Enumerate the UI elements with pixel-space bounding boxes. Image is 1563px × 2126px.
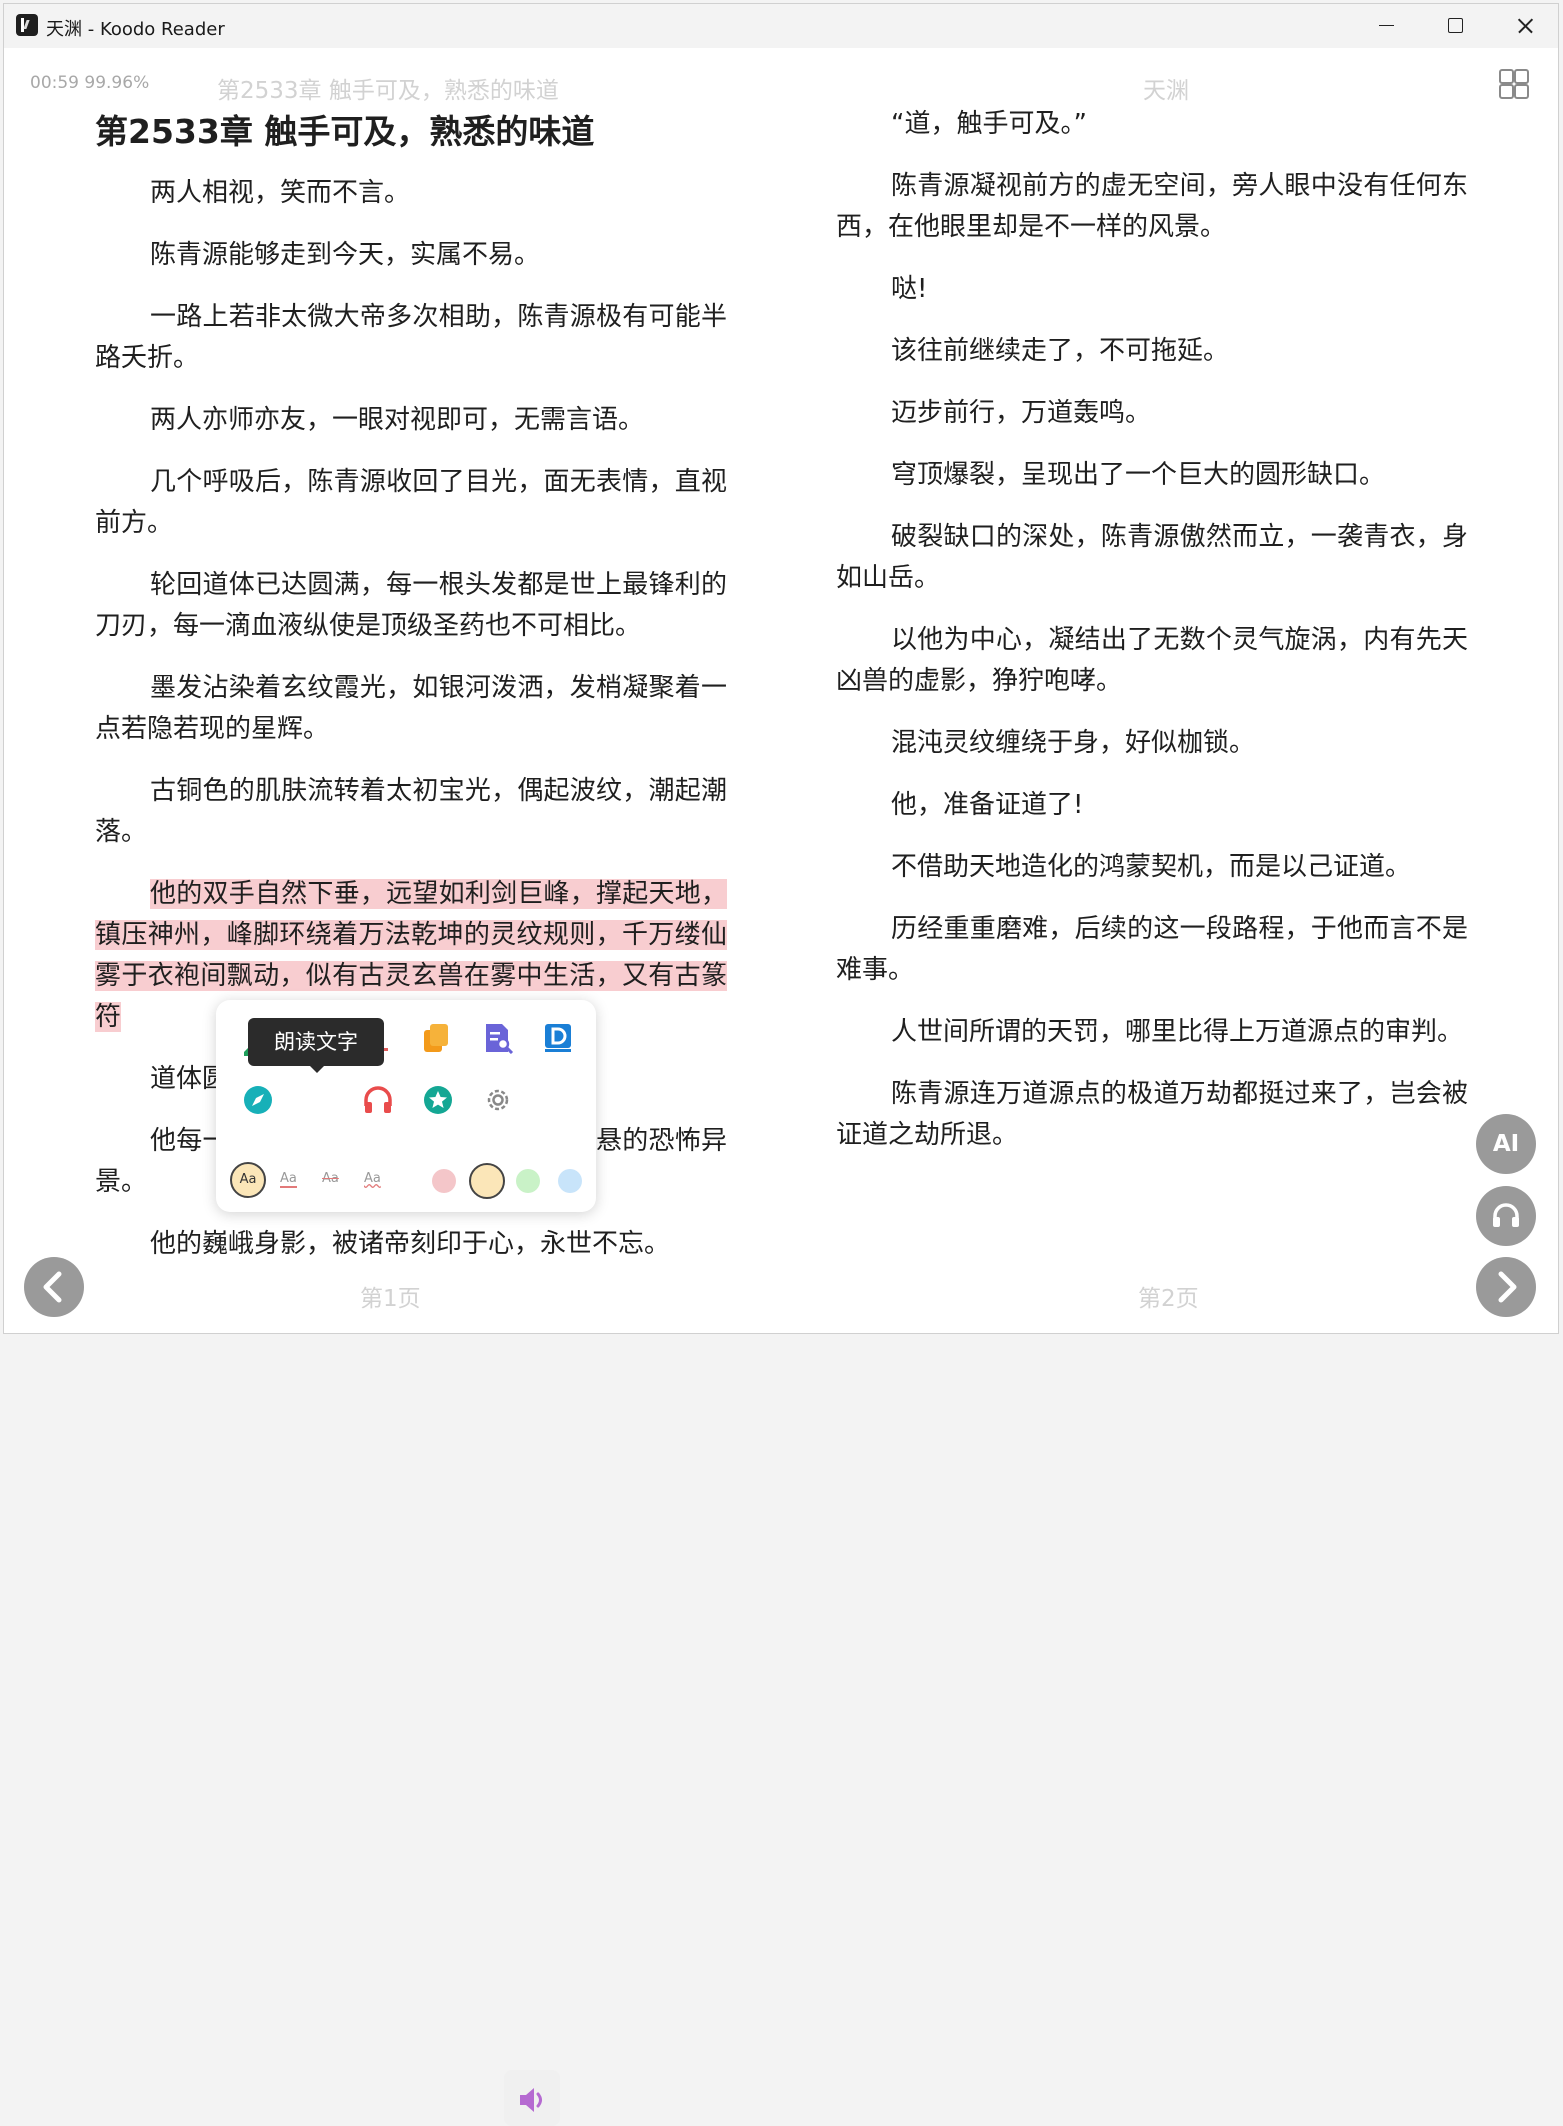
page-right: “道，触手可及。” 陈青源凝视前方的虚无空间，旁人眼中没有任何东西，在他眼里却是… — [836, 104, 1468, 1177]
previous-page-button[interactable] — [24, 1257, 84, 1317]
paragraph: 陈青源凝视前方的虚无空间，旁人眼中没有任何东西，在他眼里却是不一样的风景。 — [836, 171, 1468, 242]
title-bar: 天渊 - Koodo Reader — [4, 4, 1558, 48]
chevron-left-icon — [43, 1271, 62, 1303]
grid-menu-icon[interactable] — [1496, 66, 1529, 99]
window-title: 天渊 - Koodo Reader — [46, 19, 225, 40]
page-number-left: 第1页 — [360, 1286, 421, 1312]
style-wavy-button[interactable]: Aa — [364, 1171, 381, 1186]
maximize-button[interactable] — [1422, 4, 1488, 48]
color-swatch-yellow-selected[interactable] — [469, 1163, 505, 1199]
headphone-icon — [1493, 1203, 1519, 1227]
paragraph: 古铜色的肌肤流转着太初宝光，偶起波纹，潮起潮落。 — [95, 776, 727, 847]
star-icon[interactable] — [422, 1084, 454, 1116]
color-swatch-green[interactable] — [516, 1169, 540, 1193]
style-underline-button[interactable]: Aa — [280, 1171, 297, 1188]
dictionary-icon[interactable] — [542, 1022, 574, 1054]
next-page-button[interactable] — [1476, 1257, 1536, 1317]
speaker-icon[interactable] — [516, 2084, 548, 2116]
copy-icon[interactable] — [420, 1022, 452, 1054]
paragraph: 他的巍峨身影，被诸帝刻印于心，永世不忘。 — [150, 1229, 671, 1259]
koodo-app-icon — [16, 14, 38, 36]
style-strikethrough-button[interactable]: Aa — [322, 1171, 339, 1186]
color-swatch-red[interactable] — [432, 1169, 456, 1193]
paragraph: 历经重重磨难，后续的这一段路程，于他而言不是难事。 — [836, 914, 1468, 985]
browser-search-icon[interactable] — [242, 1084, 274, 1116]
chevron-right-icon — [1498, 1271, 1517, 1303]
paragraph: 穹顶爆裂，呈现出了一个巨大的圆形缺口。 — [891, 460, 1386, 490]
ai-assistant-button[interactable]: AI — [1476, 1114, 1536, 1174]
color-swatch-blue[interactable] — [558, 1169, 582, 1193]
paragraph: 陈青源能够走到今天，实属不易。 — [150, 240, 541, 270]
paragraph: 破裂缺口的深处，陈青源傲然而立，一袭青衣，身如山岳。 — [836, 522, 1468, 593]
paragraph: 轮回道体已达圆满，每一根头发都是世上最锋利的刀刃，每一滴血液纵使是顶级圣药也不可… — [95, 570, 727, 641]
audio-button[interactable] — [1476, 1186, 1536, 1246]
paragraph: 人世间所谓的天罚，哪里比得上万道源点的审判。 — [891, 1017, 1464, 1047]
running-title-right: 天渊 — [1143, 78, 1189, 104]
paragraph: 一路上若非太微大帝多次相助，陈青源极有可能半路夭折。 — [95, 302, 727, 373]
page-number-right: 第2页 — [1138, 1286, 1199, 1312]
settings-gear-icon[interactable] — [482, 1084, 514, 1116]
read-aloud-tooltip: 朗读文字 — [248, 1018, 384, 1073]
paragraph: 混沌灵纹缠绕于身，好似枷锁。 — [891, 728, 1256, 758]
close-button[interactable] — [1492, 4, 1558, 48]
search-book-icon[interactable] — [482, 1022, 514, 1054]
paragraph: 哒! — [891, 274, 928, 304]
paragraph: 墨发沾染着玄纹霞光，如银河泼洒，发梢凝聚着一点若隐若现的星辉。 — [95, 673, 727, 744]
paragraph: “道，触手可及。” — [891, 109, 1087, 139]
paragraph: 陈青源连万道源点的极道万劫都挺过来了，岂会被证道之劫所退。 — [836, 1079, 1468, 1150]
chapter-heading: 第2533章 触手可及，熟悉的味道 — [95, 112, 595, 151]
paragraph: 迈步前行，万道轰鸣。 — [891, 398, 1152, 428]
paragraph: 几个呼吸后，陈青源收回了目光，面无表情，直视前方。 — [95, 467, 727, 538]
running-title-left: 第2533章 触手可及，熟悉的味道 — [217, 78, 559, 104]
minimize-button[interactable] — [1354, 4, 1420, 48]
reading-status: 00:59 99.96% — [30, 73, 150, 93]
paragraph: 以他为中心，凝结出了无数个灵气旋涡，内有先天凶兽的虚影，狰狞咆哮。 — [836, 625, 1468, 696]
paragraph: 该往前继续走了，不可拖延。 — [891, 336, 1230, 366]
paragraph: 两人相视，笑而不言。 — [150, 178, 411, 208]
style-fill-button[interactable]: Aa — [230, 1162, 266, 1198]
headphone-icon[interactable] — [362, 1084, 394, 1116]
paragraph: 他，准备证道了! — [891, 790, 1084, 820]
paragraph: 不借助天地造化的鸿蒙契机，而是以己证道。 — [891, 852, 1412, 882]
paragraph: 两人亦师亦友，一眼对视即可，无需言语。 — [150, 405, 645, 435]
